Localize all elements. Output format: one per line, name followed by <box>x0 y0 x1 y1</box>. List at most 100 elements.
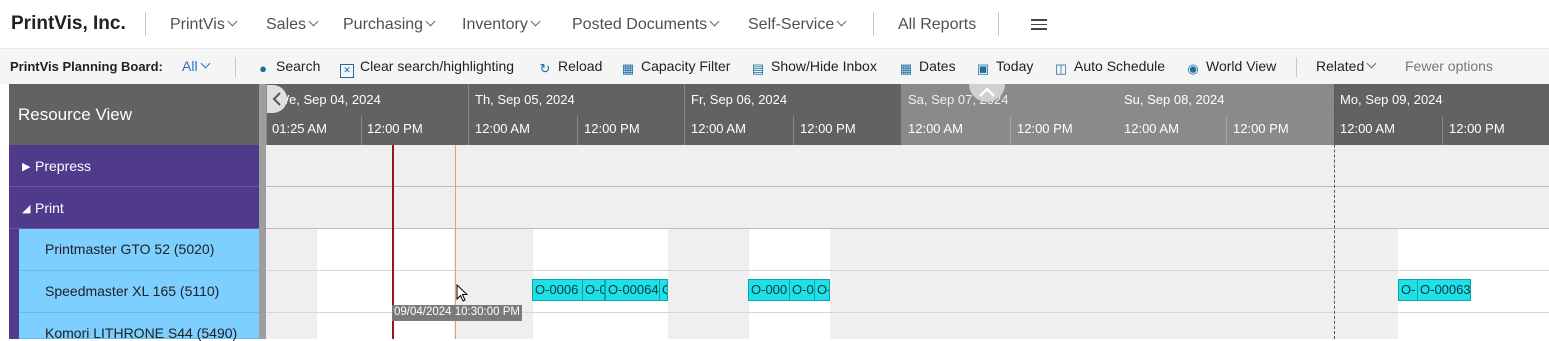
nav-self-service[interactable]: Self-Service <box>748 16 847 34</box>
related-label: Related <box>1316 58 1365 74</box>
capacity-filter-button[interactable]: ▦ Capacity Filter <box>621 58 731 76</box>
day-column: Sa, Sep 07, 2024 12:00 AM 12:00 PM <box>901 84 1117 145</box>
planning-board-filter[interactable]: All <box>182 58 211 74</box>
calendar-icon: ▦ <box>899 61 913 76</box>
chevron-down-icon <box>836 16 847 27</box>
nav-purchasing[interactable]: Purchasing <box>343 16 436 34</box>
related-menu[interactable]: Related <box>1316 58 1377 74</box>
auto-schedule-icon: ◫ <box>1054 61 1068 76</box>
hamburger-menu-icon[interactable] <box>1031 19 1047 30</box>
nav-sales[interactable]: Sales <box>266 16 319 34</box>
nav-printvis[interactable]: PrintVis <box>170 16 238 34</box>
hour-label: 12:00 PM <box>1233 121 1289 136</box>
chevron-up-icon <box>979 87 995 97</box>
nav-inventory[interactable]: Inventory <box>462 16 541 34</box>
task-bar[interactable]: O-0 <box>789 279 815 301</box>
show-hide-inbox-button[interactable]: ▤ Show/Hide Inbox <box>751 58 877 76</box>
chevron-down-icon <box>709 16 720 27</box>
top-navigation: PrintVis, Inc. PrintVis Sales Purchasing… <box>0 0 1549 48</box>
group-indent <box>9 271 19 313</box>
search-button[interactable]: ● Search <box>256 58 320 76</box>
nav-label: Posted Documents <box>572 16 708 33</box>
planning-board-label: PrintVis Planning Board: <box>10 59 163 74</box>
binoculars-icon: ● <box>259 61 267 76</box>
nav-divider <box>998 12 999 36</box>
fewer-options-button[interactable]: Fewer options <box>1405 58 1493 74</box>
nav-divider <box>873 12 874 36</box>
clear-search-button[interactable]: ✕ Clear search/highlighting <box>340 58 514 78</box>
resource-view-header: Resource View <box>9 84 259 145</box>
hour-label: 12:00 AM <box>475 121 530 136</box>
day-column: Mo, Sep 09, 2024 12:00 AM 12:00 PM <box>1333 84 1549 145</box>
mouse-pointer-icon <box>456 283 469 307</box>
inbox-label: Show/Hide Inbox <box>771 58 877 74</box>
dates-label: Dates <box>919 58 956 74</box>
row-line <box>266 270 1549 271</box>
task-bar[interactable]: O <box>659 279 668 301</box>
chevron-left-icon <box>272 92 281 106</box>
chevron-down-icon <box>425 16 436 27</box>
filter-value: All <box>182 58 198 74</box>
resource-row[interactable]: Komori LITHRONE S44 (5490) <box>19 313 259 341</box>
hour-tick <box>793 116 794 145</box>
group-indent <box>9 313 19 339</box>
world-view-label: World View <box>1206 58 1277 74</box>
hour-label: 01:25 AM <box>272 121 327 136</box>
action-divider <box>1296 57 1297 77</box>
world-view-button[interactable]: ◉ World View <box>1186 58 1276 76</box>
collapse-triangle-icon: ◢ <box>22 203 31 215</box>
task-bar[interactable]: O- <box>1398 279 1418 301</box>
clear-grid-icon: ✕ <box>340 64 354 78</box>
company-name[interactable]: PrintVis, Inc. <box>11 13 126 35</box>
action-divider <box>235 57 236 77</box>
day-column: Fr, Sep 06, 2024 12:00 AM 12:00 PM <box>684 84 901 145</box>
hour-label: 12:00 PM <box>800 121 856 136</box>
task-bar[interactable]: O-00063 <box>1417 279 1471 301</box>
day-label: Th, Sep 05, 2024 <box>475 92 575 107</box>
time-tooltip: 09/04/2024 10:30:00 PM <box>392 305 522 321</box>
group-row-prepress[interactable]: ▶ Prepress <box>9 145 259 187</box>
day-column: Th, Sep 05, 2024 12:00 AM 12:00 PM <box>468 84 684 145</box>
hour-label: 12:00 PM <box>584 121 640 136</box>
hour-tick <box>577 116 578 145</box>
task-bar[interactable]: O- <box>814 279 830 301</box>
task-bar[interactable]: O-00064 <box>605 279 660 301</box>
auto-schedule-button[interactable]: ◫ Auto Schedule <box>1054 58 1165 76</box>
reload-button[interactable]: ↻ Reload <box>538 58 603 76</box>
collapse-pane-button[interactable] <box>267 85 287 113</box>
task-bar[interactable]: O-0006 <box>532 279 583 301</box>
pane-splitter[interactable] <box>259 84 266 339</box>
hour-tick <box>1442 116 1443 145</box>
working-time-block <box>317 229 454 339</box>
chevron-down-icon <box>227 16 238 27</box>
chevron-down-icon <box>308 16 319 27</box>
nav-divider <box>145 12 146 36</box>
resource-row[interactable]: Speedmaster XL 165 (5110) <box>19 271 259 313</box>
row-line <box>266 186 1549 187</box>
nav-label: Sales <box>266 16 307 33</box>
action-bar: PrintVis Planning Board: All ● Search ✕ Cl… <box>0 48 1549 84</box>
hour-tick <box>1010 116 1011 145</box>
hour-label: 12:00 PM <box>1017 121 1073 136</box>
today-button[interactable]: ▣ Today <box>976 58 1034 76</box>
resource-row[interactable]: Printmaster GTO 52 (5020) <box>19 229 259 271</box>
nav-label: Inventory <box>462 16 528 33</box>
planning-board: Resource View ▶ Prepress ◢ Print Printma… <box>9 84 1549 341</box>
task-bar[interactable]: O-0 <box>582 279 605 301</box>
clear-label: Clear search/highlighting <box>360 58 515 74</box>
day-label: Su, Sep 08, 2024 <box>1124 92 1225 107</box>
nav-all-reports[interactable]: All Reports <box>898 16 976 34</box>
day-column: Su, Sep 08, 2024 12:00 AM 12:00 PM <box>1117 84 1333 145</box>
scroll-up-button[interactable] <box>969 84 1005 102</box>
nav-posted-documents[interactable]: Posted Documents <box>572 16 720 34</box>
reload-label: Reload <box>558 58 603 74</box>
group-row-print[interactable]: ◢ Print <box>9 187 259 229</box>
today-marker-line <box>1334 84 1335 339</box>
dates-button[interactable]: ▦ Dates <box>899 58 956 76</box>
group-label: Prepress <box>35 158 92 174</box>
refresh-icon: ↻ <box>539 61 551 76</box>
chevron-down-icon <box>1366 58 1377 69</box>
inbox-icon: ▤ <box>751 61 765 76</box>
task-bar[interactable]: O-000 <box>748 279 790 301</box>
day-label: We, Sep 04, 2024 <box>277 92 381 107</box>
